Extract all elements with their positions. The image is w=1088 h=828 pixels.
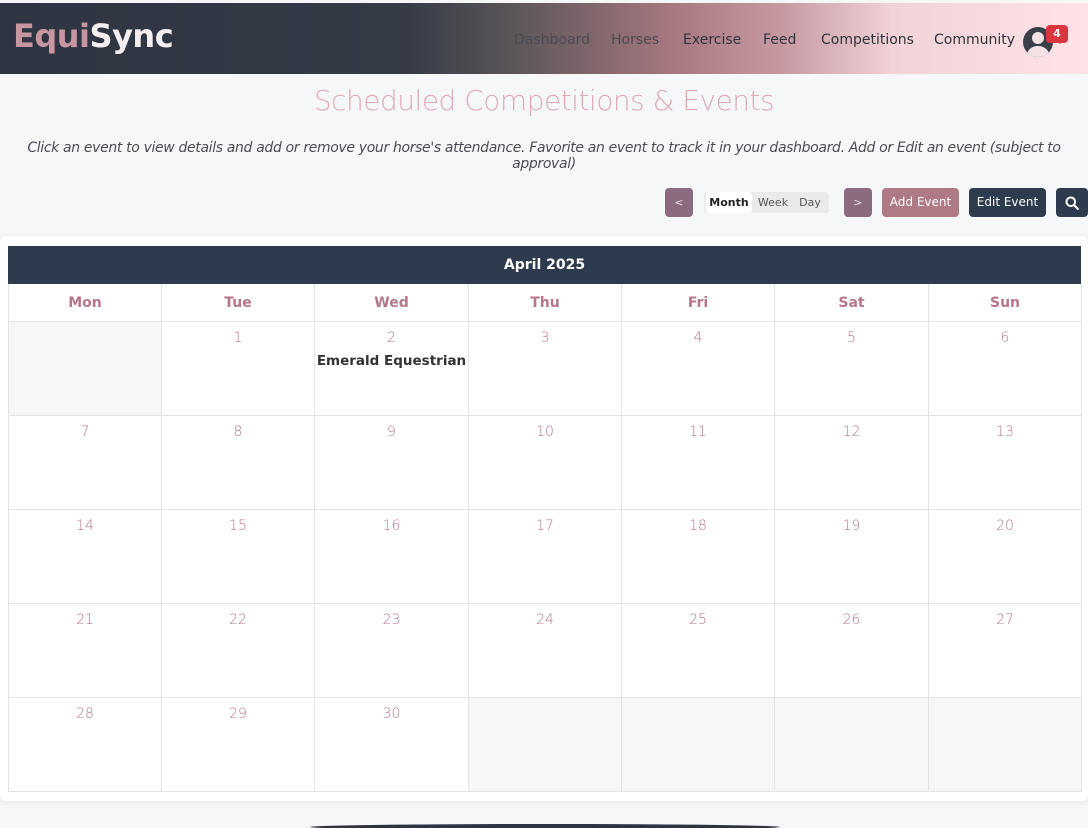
notification-badge[interactable]: 4 bbox=[1046, 25, 1068, 43]
calendar-day[interactable]: 4 bbox=[621, 322, 775, 416]
add-event-button[interactable]: Add Event bbox=[882, 188, 959, 217]
nav-community[interactable]: Community bbox=[934, 31, 1015, 49]
day-number: 9 bbox=[387, 424, 396, 440]
day-number: 1 bbox=[233, 330, 243, 346]
calendar-day[interactable]: 6 bbox=[928, 322, 1082, 416]
calendar-day[interactable]: 7 bbox=[8, 416, 162, 510]
day-number: 14 bbox=[76, 518, 94, 534]
view-week-button[interactable]: Week bbox=[754, 192, 792, 213]
day-header-sat: Sat bbox=[774, 284, 929, 322]
day-number: 30 bbox=[382, 706, 401, 722]
day-number: 28 bbox=[76, 706, 94, 722]
search-button[interactable] bbox=[1056, 188, 1088, 217]
calendar-day[interactable]: 25 bbox=[621, 604, 775, 698]
calendar-day[interactable]: 21 bbox=[8, 604, 162, 698]
prev-month-button[interactable]: < bbox=[665, 188, 693, 217]
page-subtitle: Click an event to view details and add o… bbox=[27, 140, 1061, 172]
calendar-day[interactable]: 15 bbox=[161, 510, 315, 604]
view-month-button[interactable]: Month bbox=[706, 192, 752, 213]
calendar-day[interactable]: 19 bbox=[774, 510, 929, 604]
next-month-button[interactable]: > bbox=[844, 188, 872, 217]
day-number: 8 bbox=[233, 424, 243, 440]
nav-competitions[interactable]: Competitions bbox=[821, 31, 914, 49]
day-number: 16 bbox=[382, 518, 401, 534]
calendar-day[interactable]: 8 bbox=[161, 416, 315, 510]
day-number: 26 bbox=[842, 612, 861, 628]
brand-part2: Sync bbox=[89, 17, 174, 55]
day-number: 13 bbox=[996, 424, 1014, 440]
day-header-wed: Wed bbox=[314, 284, 469, 322]
calendar-day[interactable]: 1 bbox=[161, 322, 315, 416]
day-number: 10 bbox=[536, 424, 554, 440]
day-number: 19 bbox=[842, 518, 861, 534]
day-header-sun: Sun bbox=[928, 284, 1082, 322]
day-number: 12 bbox=[842, 424, 861, 440]
day-number: 27 bbox=[996, 612, 1014, 628]
calendar-event[interactable]: Emerald Equestrian bbox=[315, 353, 468, 369]
view-day-button[interactable]: Day bbox=[794, 192, 826, 213]
day-number: 21 bbox=[76, 612, 94, 628]
nav-feed[interactable]: Feed bbox=[763, 31, 796, 49]
brand-logo[interactable]: EquiSync bbox=[13, 16, 174, 56]
calendar-day[interactable]: 22 bbox=[161, 604, 315, 698]
calendar-day-empty bbox=[774, 698, 929, 792]
calendar-day[interactable]: 12 bbox=[774, 416, 929, 510]
calendar-day-empty bbox=[468, 698, 622, 792]
day-number: 29 bbox=[229, 706, 247, 722]
day-number: 15 bbox=[229, 518, 247, 534]
nav-dashboard[interactable]: Dashboard bbox=[514, 31, 590, 49]
day-number: 17 bbox=[536, 518, 554, 534]
calendar-day[interactable]: 16 bbox=[314, 510, 469, 604]
calendar-day[interactable]: 13 bbox=[928, 416, 1082, 510]
day-number: 4 bbox=[693, 330, 703, 346]
calendar-day-empty bbox=[8, 322, 162, 416]
page-title: Scheduled Competitions & Events bbox=[313, 84, 775, 117]
day-number: 11 bbox=[689, 424, 707, 440]
day-header-fri: Fri bbox=[621, 284, 775, 322]
navbar: EquiSync Dashboard Horses Exercise Feed … bbox=[0, 3, 1088, 74]
calendar-day[interactable]: 9 bbox=[314, 416, 469, 510]
brand-part1: Equi bbox=[13, 17, 90, 55]
footer-divider bbox=[310, 824, 780, 828]
calendar-day[interactable]: 10 bbox=[468, 416, 622, 510]
day-number: 24 bbox=[536, 612, 554, 628]
calendar-day[interactable]: 20 bbox=[928, 510, 1082, 604]
calendar-day[interactable]: 14 bbox=[8, 510, 162, 604]
calendar-day[interactable]: 30 bbox=[314, 698, 469, 792]
nav-horses[interactable]: Horses bbox=[611, 31, 659, 49]
day-number: 22 bbox=[229, 612, 247, 628]
calendar-day-empty bbox=[621, 698, 775, 792]
day-number: 18 bbox=[689, 518, 707, 534]
calendar-day[interactable]: 23 bbox=[314, 604, 469, 698]
day-header-mon: Mon bbox=[8, 284, 162, 322]
day-number: 20 bbox=[996, 518, 1014, 534]
day-header-thu: Thu bbox=[468, 284, 622, 322]
calendar-day[interactable]: 24 bbox=[468, 604, 622, 698]
day-number: 7 bbox=[80, 424, 90, 440]
day-number: 6 bbox=[1000, 330, 1010, 346]
calendar-day[interactable]: 3 bbox=[468, 322, 622, 416]
calendar-day-empty bbox=[928, 698, 1082, 792]
view-switcher: Month Week Day bbox=[704, 192, 829, 213]
edit-event-button[interactable]: Edit Event bbox=[969, 188, 1046, 217]
calendar-month-title: April 2025 bbox=[8, 246, 1081, 284]
day-number: 25 bbox=[689, 612, 707, 628]
calendar-day[interactable]: 2 Emerald Equestrian bbox=[314, 322, 469, 416]
calendar-day[interactable]: 29 bbox=[161, 698, 315, 792]
day-number: 5 bbox=[847, 330, 856, 346]
nav-exercise[interactable]: Exercise bbox=[683, 31, 741, 49]
calendar-day[interactable]: 27 bbox=[928, 604, 1082, 698]
day-number: 3 bbox=[540, 330, 550, 346]
calendar-day[interactable]: 28 bbox=[8, 698, 162, 792]
search-icon bbox=[1065, 196, 1079, 210]
calendar-day[interactable]: 5 bbox=[774, 322, 929, 416]
calendar-day[interactable]: 17 bbox=[468, 510, 622, 604]
day-number: 2 bbox=[387, 330, 396, 346]
calendar-day[interactable]: 18 bbox=[621, 510, 775, 604]
calendar-day[interactable]: 26 bbox=[774, 604, 929, 698]
day-header-tue: Tue bbox=[161, 284, 315, 322]
calendar-day[interactable]: 11 bbox=[621, 416, 775, 510]
day-number: 23 bbox=[382, 612, 401, 628]
